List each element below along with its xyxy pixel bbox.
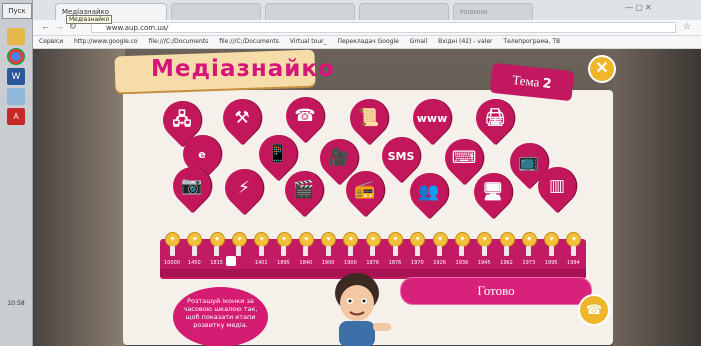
timeline-year-label: 1945 [477, 260, 491, 266]
start-button[interactable]: Пуск [2, 3, 32, 19]
timeline-tick [459, 246, 465, 256]
timeline-year-label: 1926 [433, 260, 446, 266]
folder-icon[interactable] [7, 28, 25, 45]
timeline-slot-marker[interactable]: ♥ [521, 232, 537, 247]
timeline-slot-marker[interactable]: ♥ [343, 232, 359, 247]
timeline-year-label: 1815 [210, 260, 223, 266]
tab-4[interactable] [359, 3, 449, 20]
timeline-tick [347, 246, 353, 256]
timeline-slot-marker[interactable]: ♥ [454, 232, 470, 247]
timeline-slot-marker[interactable]: ♥ [165, 232, 180, 247]
bookmark-item[interactable]: file:///C:/Documents [219, 38, 279, 45]
timeline-tick [258, 246, 264, 256]
timeline-tick [236, 246, 242, 256]
timeline-tick [526, 246, 532, 256]
done-button[interactable]: Готово [400, 277, 592, 305]
timeline-year-label: 1973 [522, 260, 536, 266]
timeline-slot-marker[interactable]: ♥ [477, 232, 493, 247]
phone-icon[interactable]: ☎ [578, 294, 610, 326]
tab-2[interactable] [171, 3, 261, 20]
timeline-slot-marker[interactable]: ♥ [388, 232, 403, 247]
timeline-slot-marker[interactable]: ♥ [231, 232, 247, 247]
timeline-tick [414, 246, 420, 256]
chrome-icon[interactable] [7, 48, 25, 65]
bookmark-item[interactable]: Gmail [410, 38, 428, 45]
browser-tab-bar: Медіазнайко Новини — ▢ ✕ [33, 0, 701, 20]
forward-icon[interactable]: → [55, 21, 64, 31]
timeline-slot-marker[interactable]: ♥ [566, 232, 582, 247]
timeline-slot-marker[interactable]: ♥ [187, 232, 203, 247]
bookmarks-bar: Сервіси http://www.google.co file:///C:/… [33, 36, 701, 49]
bookmark-item[interactable]: http://www.google.co [74, 38, 138, 45]
timeline-slot-marker[interactable]: ♥ [321, 232, 337, 247]
timeline-slot-marker[interactable]: ♥ [365, 232, 381, 247]
timeline-tick [169, 246, 175, 256]
timeline-slot-marker[interactable]: ♥ [499, 232, 515, 247]
timeline-year-label: 1 [237, 260, 241, 266]
timeline-slot-marker[interactable]: ♥ [410, 232, 426, 247]
timeline-year-label: 1995 [544, 260, 558, 266]
timeline-tick [325, 246, 331, 256]
timeline-tick [481, 246, 487, 256]
timeline-tick [504, 246, 509, 256]
timeline-tick [281, 246, 286, 256]
window-controls[interactable]: — ▢ ✕ [625, 3, 652, 12]
timeline-slot-marker[interactable]: ♥ [432, 232, 448, 247]
timeline-slot-marker[interactable]: ♥ [209, 232, 225, 247]
bookmark-item[interactable]: Вхідні (42) - valer [438, 38, 492, 45]
bookmark-item[interactable]: Сервіси [39, 38, 63, 45]
timeline-year-label: 1450 [187, 260, 201, 266]
bookmark-item[interactable]: file:///C:/Documents [149, 38, 209, 45]
timeline-slot-marker[interactable]: ♥ [276, 232, 292, 247]
timeline-slot-marker[interactable]: ♥ [254, 232, 270, 247]
bookmark-item[interactable]: Перекладач Google [338, 38, 399, 45]
timeline-slot-marker[interactable]: ♥ [298, 232, 314, 247]
timeline-tick [191, 246, 197, 256]
timeline-tick [437, 246, 443, 256]
monitor-icon[interactable] [7, 88, 25, 105]
timeline-tick [303, 246, 309, 256]
timeline-year-label: 1895 [277, 260, 290, 266]
web-page: Медіазнайко Тема 2 ✕ 🖧 ⚒ ☎ 📜 www 🖨 e 📱 🎥 SMS ⌨ 📺 📷 ⚡ 🎬… [33, 49, 701, 346]
timeline-tick [570, 246, 576, 256]
windows-taskbar: Пуск W A 10:58 [0, 0, 33, 346]
bookmark-item[interactable]: Телепрограма, ТВ [503, 38, 560, 45]
hint-bubble: Розташуй іконки за часовою шкалою так, щ… [173, 287, 268, 346]
timeline-year-label: 1962 [500, 260, 513, 266]
timeline-year-label: 1994 [567, 260, 580, 266]
timeline-year-label: 10000 [164, 260, 180, 266]
timeline-year-label: 1401 [254, 260, 268, 266]
boy-character [317, 263, 397, 346]
timeline-tick [214, 246, 220, 256]
timeline-tick [548, 246, 554, 256]
address-bar: ← → ↻ www.aup.com.ua/ ☆ [33, 20, 701, 36]
bookmark-star-icon[interactable]: ☆ [683, 21, 691, 32]
tab-3[interactable] [265, 3, 355, 20]
back-icon[interactable]: ← [41, 21, 50, 31]
clock: 10:58 [7, 300, 25, 307]
timeline-year-label: 1970 [410, 260, 424, 266]
tab-tooltip: Медіазнайко [66, 15, 113, 24]
url-input[interactable]: www.aup.com.ua/ [91, 22, 676, 33]
timeline-tick [370, 246, 376, 256]
timeline-slot-marker[interactable]: ♥ [544, 232, 560, 247]
bookmark-item[interactable]: Virtual tour_ [290, 38, 327, 45]
pdf-icon[interactable]: A [7, 108, 25, 125]
timeline-year-label: 1936 [455, 260, 469, 266]
timeline-year-label: 1840 [299, 260, 313, 266]
tab-5[interactable]: Новини [453, 3, 533, 20]
word-icon[interactable]: W [7, 68, 25, 85]
timeline-tick [392, 246, 398, 256]
